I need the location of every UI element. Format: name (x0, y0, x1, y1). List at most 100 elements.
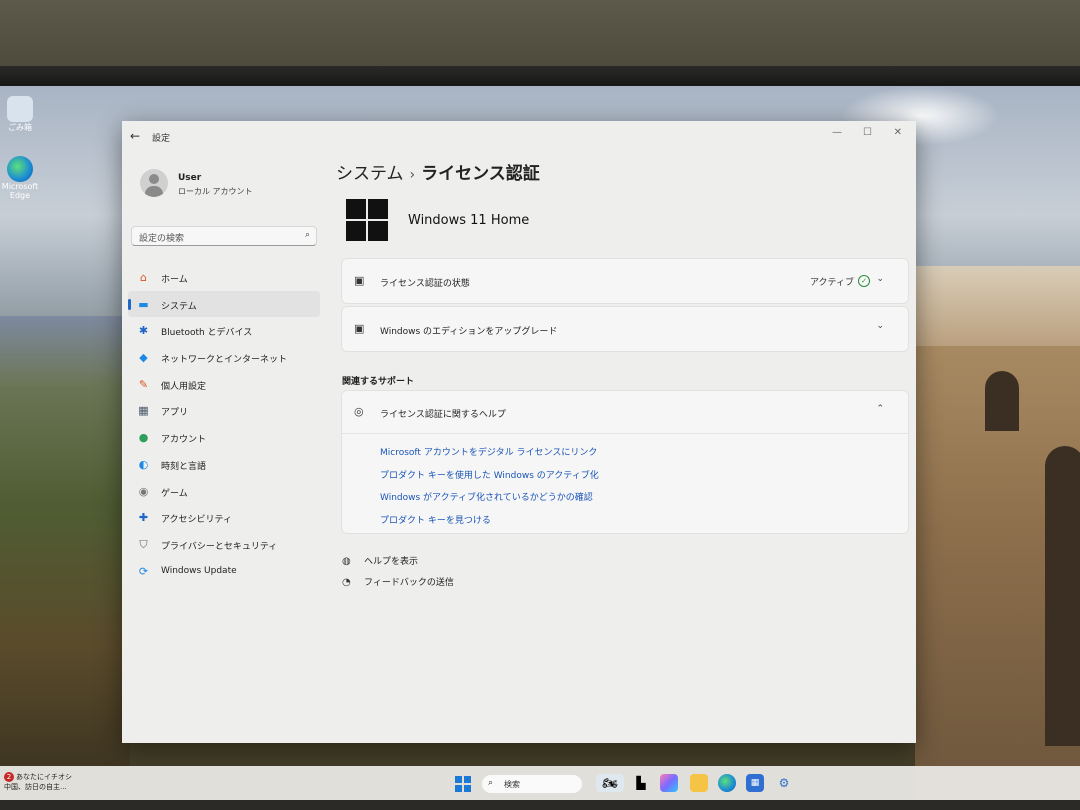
desktop-icon-edge[interactable]: Microsoft Edge (0, 156, 40, 200)
network-icon: ◆ (139, 351, 148, 365)
taskbar-search-label: 検索 (504, 780, 520, 789)
accessibility-icon: ✚ (138, 511, 149, 525)
search-input[interactable]: 設定の検索 ⌕ (131, 226, 317, 246)
feedback-icon: ◔ (342, 577, 351, 588)
sidebar: User ローカル アカウント 設定の検索 ⌕ ⌂ ホーム ▬ システム ✱ Blueto… (122, 151, 327, 743)
sidebar-item-label: 時刻と言語 (161, 461, 207, 472)
news-sub: 中国、訪日の自主... (4, 783, 67, 791)
user-profile[interactable]: User ローカル アカウント (140, 169, 320, 209)
sidebar-item-10[interactable]: ⛉ プライバシーとセキュリティ (128, 531, 320, 558)
settings-window: ← 設定 — ☐ ✕ User ローカル アカウント 設定の検索 ⌕ ⌂ ホーム ▬… (122, 121, 916, 743)
upgrade-edition-card[interactable]: ▣ Windows のエディションをアップグレード ⌄ (342, 307, 908, 351)
license-icon: ▣ (354, 274, 365, 287)
get-help-label: ヘルプを表示 (364, 557, 419, 567)
user-name: User (178, 173, 202, 183)
wallpaper-town (905, 266, 1080, 356)
search-icon: ⌕ (488, 778, 494, 788)
sidebar-item-7[interactable]: ◐ 時刻と言語 (128, 451, 320, 478)
system-icon: ▬ (138, 297, 149, 311)
edge-icon[interactable] (718, 774, 736, 792)
search-placeholder: 設定の検索 (139, 234, 185, 244)
edition-name: Windows 11 Home (408, 213, 530, 228)
license-icon: ▣ (354, 322, 365, 335)
help-link[interactable]: プロダクト キーを見つける (380, 513, 599, 526)
activation-state-label: ライセンス認証の状態 (380, 279, 470, 289)
sidebar-item-6[interactable]: ● アカウント (128, 424, 320, 451)
start-button[interactable] (455, 776, 471, 792)
license-help-header[interactable]: ◎ ライセンス認証に関するヘルプ ⌃ (342, 391, 908, 434)
monitor-base (0, 800, 1080, 810)
account-type: ローカル アカウント (178, 187, 253, 196)
task-view-icon[interactable]: ▙ (632, 774, 650, 792)
settings-icon[interactable]: ⚙ (775, 774, 793, 792)
avatar (140, 169, 168, 197)
sidebar-item-4[interactable]: ✎ 個人用設定 (128, 371, 320, 398)
sidebar-item-11[interactable]: ⟳ Windows Update (128, 558, 320, 585)
file-explorer-icon[interactable] (690, 774, 708, 792)
sidebar-item-1[interactable]: ▬ システム (128, 290, 320, 318)
activation-status: アクティブ (809, 278, 854, 288)
title-bar: ← 設定 — ☐ ✕ (122, 121, 916, 151)
gamepad-icon: ◉ (138, 484, 149, 498)
breadcrumb: システム › ライセンス認証 (336, 159, 540, 184)
account-icon: ● (138, 431, 149, 445)
update-icon: ⟳ (138, 564, 149, 578)
license-help-label: ライセンス認証に関するヘルプ (380, 410, 506, 420)
sidebar-item-label: ネットワークとインターネット (161, 355, 288, 366)
chevron-down-icon[interactable]: ⌄ (876, 274, 884, 284)
send-feedback-link[interactable]: ◔ フィードバックの送信 (342, 575, 454, 588)
get-help-link[interactable]: ◍ ヘルプを表示 (342, 554, 418, 567)
jetski-app-icon[interactable]: 🏍 (596, 774, 624, 792)
store-icon[interactable]: ▦ (746, 774, 764, 792)
bluetooth-icon: ✱ (138, 324, 149, 338)
close-button[interactable]: ✕ (894, 127, 902, 138)
desktop-screen: ごみ箱 Microsoft Edge ← 設定 — ☐ ✕ User ローカル … (0, 86, 1080, 802)
minimize-button[interactable]: — (832, 127, 842, 138)
taskbar: 2 あなたにイチオシ 中国、訪日の自主... ⌕ 検索 🏍 ▙ ▦ ⚙ (0, 766, 1080, 802)
edge-icon (7, 156, 33, 182)
sidebar-item-label: プライバシーとセキュリティ (161, 541, 278, 552)
wallpaper-arch (985, 371, 1019, 431)
page-title: ライセンス認証 (421, 164, 540, 184)
sidebar-item-9[interactable]: ✚ アクセシビリティ (128, 504, 320, 531)
desktop-icon-label: Microsoft Edge (1, 182, 39, 200)
globe-icon: ◎ (354, 405, 364, 418)
activation-state-card[interactable]: ▣ ライセンス認証の状態 アクティブ ✓ ⌄ (342, 259, 908, 303)
news-widget[interactable]: 2 あなたにイチオシ 中国、訪日の自主... (4, 772, 72, 792)
sidebar-item-3[interactable]: ◆ ネットワークとインターネット (128, 344, 320, 371)
monitor-bezel (0, 66, 1080, 88)
help-link[interactable]: Microsoft アカウントをデジタル ライセンスにリンク (380, 445, 599, 458)
breadcrumb-parent[interactable]: システム (336, 164, 404, 184)
shield-icon: ⛉ (139, 537, 148, 551)
windows-logo-icon (346, 199, 388, 241)
sidebar-item-label: システム (161, 301, 197, 312)
help-link[interactable]: Windows がアクティブ化されているかどうかの確認 (380, 490, 599, 503)
sidebar-item-label: Bluetooth とデバイス (161, 328, 253, 339)
desktop-icon-recycle-bin[interactable]: ごみ箱 (0, 96, 40, 133)
help-icon: ◍ (342, 556, 351, 567)
related-support-heading: 関連するサポート (342, 377, 415, 387)
upgrade-edition-label: Windows のエディションをアップグレード (380, 327, 558, 337)
copilot-icon[interactable] (660, 774, 678, 792)
maximize-button[interactable]: ☐ (863, 127, 872, 138)
chevron-down-icon[interactable]: ⌄ (876, 321, 884, 331)
breadcrumb-separator: › (409, 167, 416, 183)
sidebar-item-8[interactable]: ◉ ゲーム (128, 478, 320, 505)
news-badge: 2 (4, 772, 14, 782)
nav-list: ⌂ ホーム ▬ システム ✱ Bluetooth とデバイス ◆ ネットワークとインターネット… (128, 264, 320, 584)
sidebar-item-label: アカウント (161, 435, 207, 446)
help-link[interactable]: プロダクト キーを使用した Windows のアクティブ化 (380, 468, 599, 481)
apps-icon: ▦ (138, 404, 149, 418)
news-title: あなたにイチオシ (16, 773, 72, 781)
sidebar-item-2[interactable]: ✱ Bluetooth とデバイス (128, 317, 320, 344)
back-arrow-icon[interactable]: ← (130, 129, 140, 143)
taskbar-search[interactable]: ⌕ 検索 (482, 775, 582, 793)
wallpaper-arch (1045, 446, 1080, 746)
sidebar-item-5[interactable]: ▦ アプリ (128, 397, 320, 424)
chevron-up-icon[interactable]: ⌃ (876, 404, 884, 414)
home-icon: ⌂ (140, 271, 147, 284)
sidebar-item-label: Windows Update (161, 565, 237, 576)
send-feedback-label: フィードバックの送信 (364, 578, 454, 588)
sidebar-item-0[interactable]: ⌂ ホーム (128, 264, 320, 291)
window-title: 設定 (152, 134, 171, 144)
